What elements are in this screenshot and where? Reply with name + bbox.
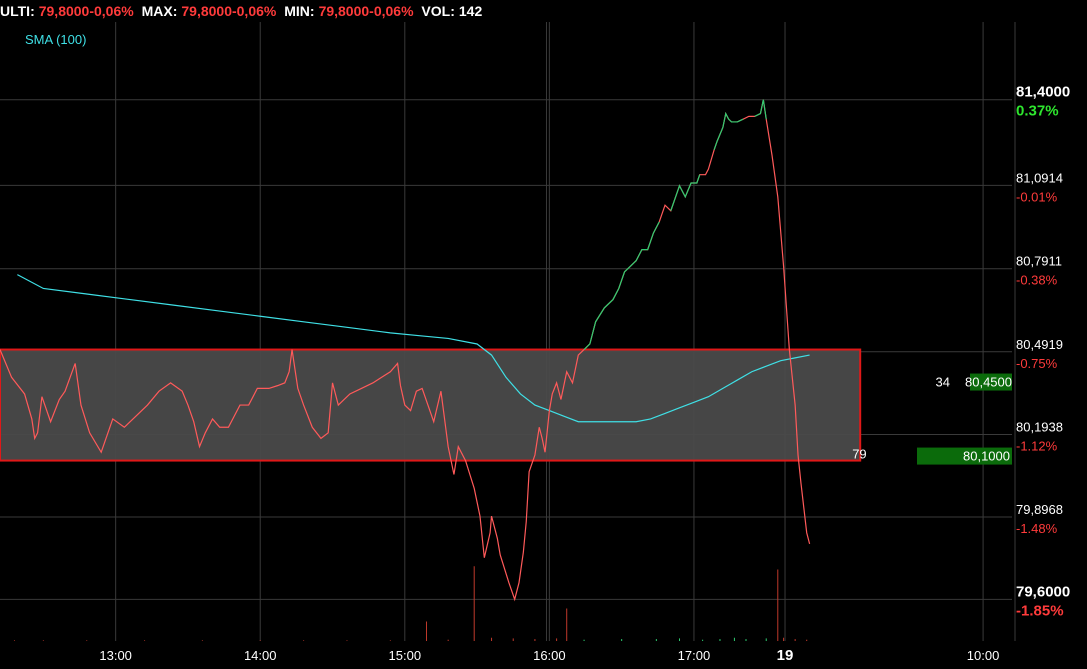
x-tick-label: 10:00 xyxy=(967,648,1000,663)
box-upper-right-label: 80,4500 xyxy=(965,375,1012,390)
price-line-up xyxy=(670,174,701,211)
x-tick-label: 17:00 xyxy=(678,648,711,663)
price-range-box xyxy=(0,348,862,462)
box-upper-left-label: 34 xyxy=(936,375,950,390)
y-tick-label: 80,7911 xyxy=(1016,254,1062,269)
y-tick-pct: -0.01% xyxy=(1016,189,1058,204)
y-tick-pct: -0.75% xyxy=(1016,356,1058,371)
price-chart[interactable]: 81,4000 0.37% 81,0914 -0.01% 80,7911 -0.38% 80… xyxy=(0,0,1087,669)
x-tick-label: 15:00 xyxy=(389,648,422,663)
y-tick-label: 80,1938 xyxy=(1016,420,1063,435)
x-tick-label: 19 xyxy=(777,647,794,664)
y-tick-pct: -1.48% xyxy=(1016,521,1058,536)
y-tick-label: 79,6000 xyxy=(1016,583,1070,600)
box-left-label: 79 xyxy=(852,447,866,462)
y-tick-label: 81,4000 xyxy=(1016,84,1070,101)
sma-legend: SMA (100) xyxy=(25,32,86,47)
x-tick-label: 13:00 xyxy=(99,648,132,663)
y-tick-pct: -0.38% xyxy=(1016,273,1058,288)
price-line-up xyxy=(754,99,767,120)
x-tick-label: 16:00 xyxy=(533,648,566,663)
price-line-up xyxy=(583,221,660,350)
y-tick-pct: -1.85% xyxy=(1016,602,1064,619)
y-tick-label: 79,8968 xyxy=(1016,502,1063,517)
y-tick-pct: -1.12% xyxy=(1016,439,1058,454)
y-tick-pct: 0.37% xyxy=(1016,103,1059,120)
last-price-label: 80,1000 xyxy=(963,449,1010,464)
x-tick-label: 14:00 xyxy=(244,648,277,663)
y-tick-label: 80,4919 xyxy=(1016,337,1063,352)
y-tick-label: 81,0914 xyxy=(1016,170,1063,185)
price-line-up xyxy=(713,111,744,150)
